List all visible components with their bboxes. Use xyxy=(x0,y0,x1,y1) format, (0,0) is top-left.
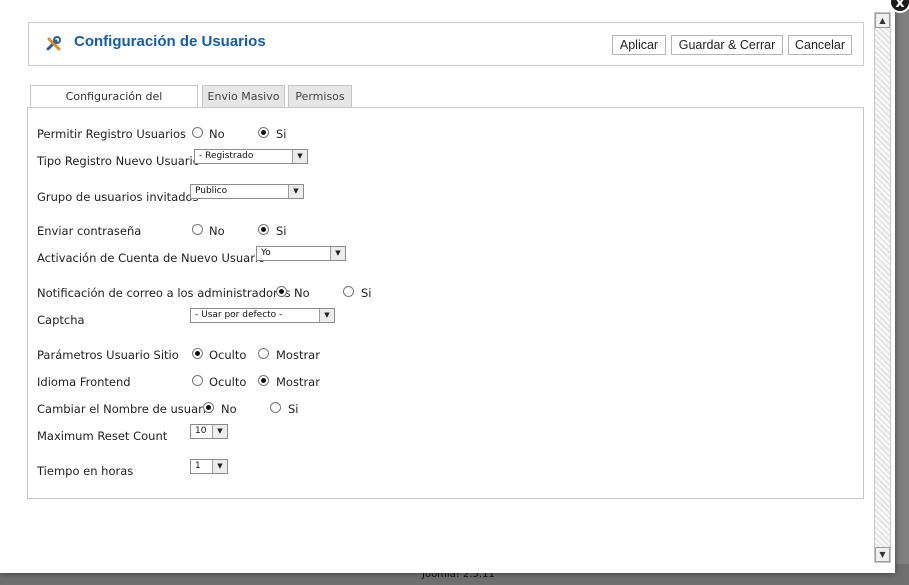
page-title: Configuración de Usuarios xyxy=(74,33,266,50)
send-password-no-radio[interactable] xyxy=(192,224,203,235)
frontend-params-oculto-radio[interactable] xyxy=(192,348,203,359)
config-tools-icon xyxy=(46,36,61,51)
tab-component-config[interactable]: Configuración del Componente xyxy=(30,85,198,125)
frontend-language-mostrar-label: Mostrar xyxy=(276,375,320,389)
scroll-up-icon[interactable]: ▲ xyxy=(875,13,890,28)
close-icon[interactable]: x xyxy=(889,0,909,13)
tab-permissions[interactable]: Permisos xyxy=(288,85,352,108)
cancel-button[interactable]: Cancelar xyxy=(788,35,852,55)
tab-mass-mail[interactable]: Envio Masivo xyxy=(202,85,285,108)
frontend-params-mostrar-label: Mostrar xyxy=(276,348,320,362)
frontend-params-mostrar-radio[interactable] xyxy=(258,348,269,359)
max-reset-count-label: Maximum Reset Count xyxy=(37,429,168,443)
allow-registration-no-label: No xyxy=(209,127,225,141)
scroll-down-icon[interactable]: ▼ xyxy=(875,547,890,562)
chevron-down-icon: ▼ xyxy=(330,247,345,260)
account-activation-value: Yo xyxy=(261,248,271,258)
new-user-type-select[interactable]: - Registrado ▼ xyxy=(194,149,308,164)
change-username-si-label: Si xyxy=(288,402,299,416)
send-password-no-label: No xyxy=(209,224,225,238)
notify-admins-si-radio[interactable] xyxy=(343,286,354,297)
save-close-button[interactable]: Guardar & Cerrar xyxy=(671,35,783,55)
captcha-value: - Usar por defecto - xyxy=(195,310,283,320)
allow-registration-no-radio[interactable] xyxy=(192,127,203,138)
notify-admins-no-radio[interactable] xyxy=(276,286,287,297)
send-password-label: Enviar contraseña xyxy=(37,224,142,238)
frontend-params-oculto-label: Oculto xyxy=(209,348,247,362)
frontend-language-label: Idioma Frontend xyxy=(37,375,131,389)
time-hours-label: Tiempo en horas xyxy=(37,464,134,478)
change-username-si-radio[interactable] xyxy=(270,402,281,413)
account-activation-select[interactable]: Yo ▼ xyxy=(256,246,346,261)
send-password-si-label: Si xyxy=(276,224,287,238)
captcha-label: Captcha xyxy=(37,313,85,327)
new-user-type-value: - Registrado xyxy=(199,151,254,161)
chevron-down-icon: ▼ xyxy=(288,185,303,198)
allow-registration-label: Permitir Registro Usuarios xyxy=(37,127,187,141)
vertical-scrollbar[interactable]: ▲ ▼ xyxy=(874,12,891,563)
guest-group-select[interactable]: Publico ▼ xyxy=(190,184,304,199)
captcha-select[interactable]: - Usar por defecto - ▼ xyxy=(190,308,335,323)
notify-admins-no-label: No xyxy=(294,286,310,300)
send-password-si-radio[interactable] xyxy=(258,224,269,235)
guest-group-value: Publico xyxy=(195,186,228,196)
chevron-down-icon: ▼ xyxy=(319,309,334,322)
chevron-down-icon: ▼ xyxy=(212,460,227,473)
frontend-params-label: Parámetros Usuario Sitio xyxy=(37,348,179,362)
allow-registration-si-label: Si xyxy=(276,127,287,141)
chevron-down-icon: ▼ xyxy=(212,425,227,438)
new-user-type-label: Tipo Registro Nuevo Usuario xyxy=(37,154,200,168)
toolbar: Configuración de Usuarios Aplicar Guarda… xyxy=(28,22,864,66)
modal-window: Configuración de Usuarios Aplicar Guarda… xyxy=(0,0,909,573)
account-activation-label: Activación de Cuenta de Nuevo Usuario xyxy=(37,251,266,265)
max-reset-count-select[interactable]: 10 ▼ xyxy=(190,424,228,439)
time-hours-value: 1 xyxy=(195,461,201,471)
chevron-down-icon: ▼ xyxy=(292,150,307,163)
config-panel: Permitir Registro Usuarios No Si Tipo Re… xyxy=(27,107,864,499)
notify-admins-si-label: Si xyxy=(361,286,372,300)
max-reset-count-value: 10 xyxy=(195,426,207,436)
apply-button[interactable]: Aplicar xyxy=(612,35,666,55)
change-username-label: Cambiar el Nombre de usuario xyxy=(37,402,214,416)
guest-group-label: Grupo de usuarios invitados xyxy=(37,190,199,204)
change-username-no-radio[interactable] xyxy=(203,402,214,413)
allow-registration-si-radio[interactable] xyxy=(258,127,269,138)
time-hours-select[interactable]: 1 ▼ xyxy=(190,459,228,474)
frontend-language-mostrar-radio[interactable] xyxy=(258,375,269,386)
frontend-language-oculto-label: Oculto xyxy=(209,375,247,389)
change-username-no-label: No xyxy=(221,402,237,416)
notify-admins-label: Notificación de correo a los administrad… xyxy=(37,286,291,300)
frontend-language-oculto-radio[interactable] xyxy=(192,375,203,386)
